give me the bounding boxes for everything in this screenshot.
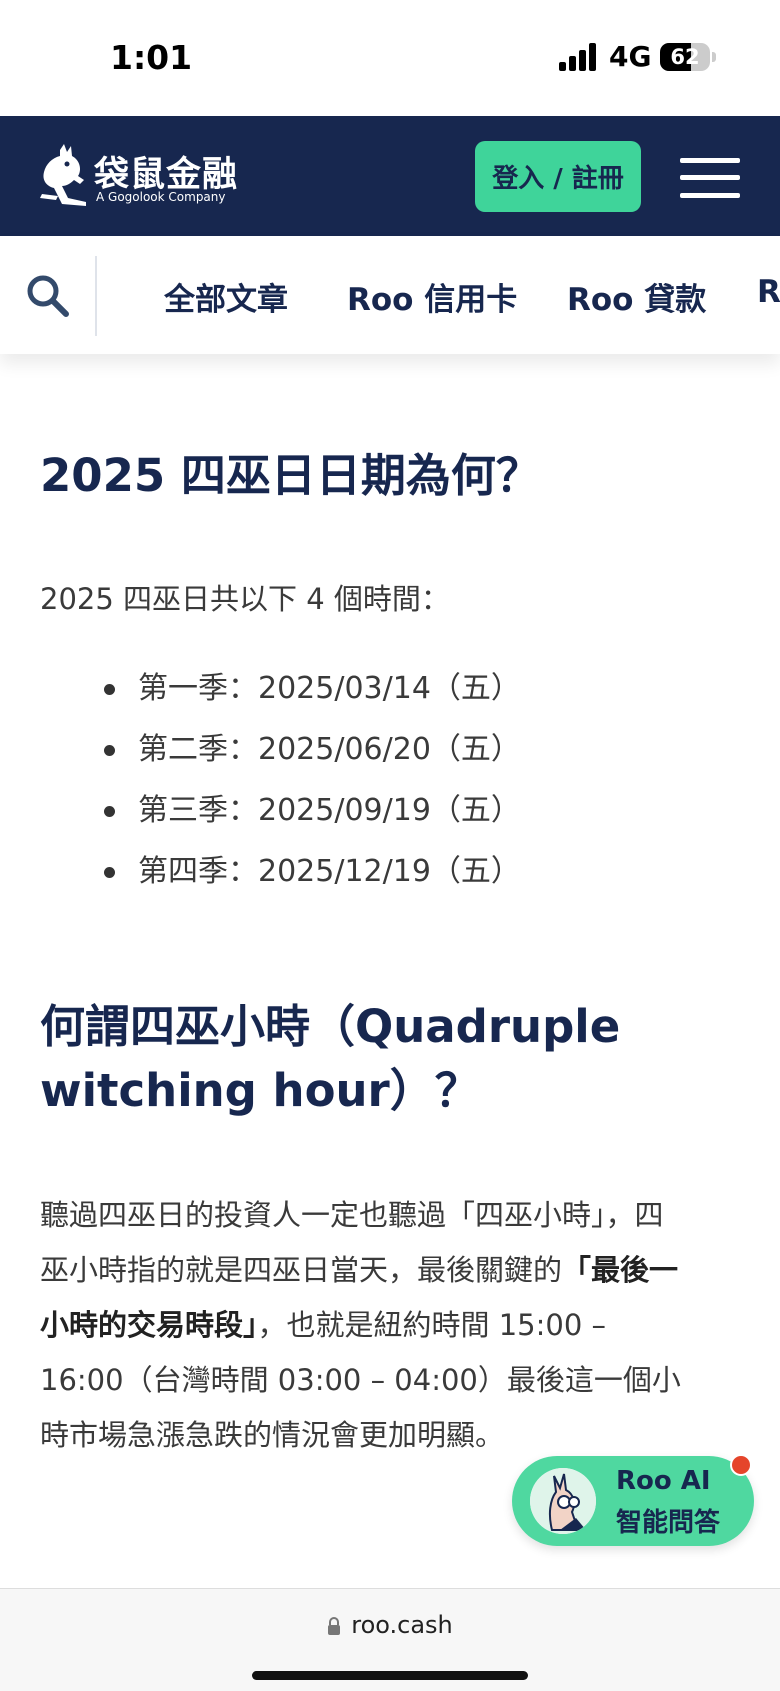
nav-item-roo-credit-card[interactable]: Roo 信用卡 (347, 274, 517, 319)
search-icon[interactable] (26, 274, 70, 318)
bullet (104, 806, 115, 817)
body-text: 巫小時指的就是四巫日當天，最後關鍵的 (40, 1253, 563, 1287)
date-text: 第一季：2025/03/14（五） (138, 671, 521, 706)
hamburger-menu-icon[interactable] (680, 158, 740, 198)
nav-divider (95, 256, 97, 336)
bullet (104, 745, 115, 756)
lock-icon (328, 1617, 341, 1635)
category-nav: 全部文章 Roo 信用卡 Roo 貸款 R (0, 236, 780, 354)
dates-list: 第一季：2025/03/14（五） 第二季：2025/06/20（五） 第三季：… (104, 661, 521, 905)
body-line: 聽過四巫日的投資人一定也聽過「四巫小時」，四 (40, 1198, 664, 1232)
body-line: 16:00（台灣時間 03:00 – 04:00）最後這一個小 (40, 1363, 681, 1397)
body-line: 巫小時指的就是四巫日當天，最後關鍵的「最後一 (40, 1243, 681, 1298)
bullet (104, 684, 115, 695)
body-line: 小時的交易時段」，也就是紐約時間 15:00 – (40, 1298, 681, 1353)
status-time: 1:01 (110, 38, 193, 77)
site-header: 袋鼠金融 A Gogolook Company 登入 / 註冊 (0, 116, 780, 236)
body-bold-text: 「最後一 (562, 1253, 679, 1287)
heading-witching-hour-line2: witching hour）？ (40, 1064, 480, 1117)
signal-icon (559, 43, 599, 71)
roo-ai-chat-button[interactable]: Roo AI 智能問答 (512, 1454, 754, 1546)
battery-tip (712, 52, 716, 62)
battery-level: 62 (670, 45, 700, 69)
url-display[interactable]: roo.cash (0, 1611, 780, 1639)
date-text: 第四季：2025/12/19（五） (138, 854, 521, 889)
bullet (104, 867, 115, 878)
body-text: ，也就是紐約時間 15:00 – (257, 1308, 607, 1342)
url-text: roo.cash (351, 1611, 453, 1639)
intro-text: 2025 四巫日共以下 4 個時間： (40, 582, 450, 616)
date-text: 第二季：2025/06/20（五） (138, 732, 521, 767)
battery-icon: 62 (660, 43, 710, 71)
date-text: 第三季：2025/09/19（五） (138, 793, 521, 828)
network-type: 4G (609, 40, 652, 73)
nav-item-more[interactable]: R (757, 274, 780, 310)
list-item: 第四季：2025/12/19（五） (104, 844, 521, 905)
list-item: 第一季：2025/03/14（五） (104, 661, 521, 722)
heading-witching-day-dates: 2025 四巫日日期為何？ (40, 449, 541, 502)
status-bar: 1:01 4G 62 (0, 0, 780, 116)
home-indicator[interactable] (252, 1671, 528, 1680)
notification-dot (730, 1454, 752, 1476)
ai-button-subtitle: 智能問答 (616, 1508, 721, 1538)
nav-item-all-articles[interactable]: 全部文章 (164, 274, 288, 319)
list-item: 第三季：2025/09/19（五） (104, 783, 521, 844)
browser-address-bar[interactable]: roo.cash (0, 1588, 780, 1691)
body-bold-text: 小時的交易時段」 (40, 1308, 258, 1342)
list-item: 第二季：2025/06/20（五） (104, 722, 521, 783)
login-register-button[interactable]: 登入 / 註冊 (475, 141, 641, 212)
body-line: 時市場急漲急跌的情況會更加明顯。 (40, 1418, 505, 1452)
kangaroo-avatar-icon (530, 1468, 596, 1534)
nav-item-roo-loan[interactable]: Roo 貸款 (567, 274, 706, 319)
heading-witching-hour-line1: 何謂四巫小時（Quadruple (40, 1000, 621, 1053)
body-paragraph: 聽過四巫日的投資人一定也聽過「四巫小時」，四 巫小時指的就是四巫日當天，最後關鍵… (40, 1188, 681, 1463)
logo[interactable]: 袋鼠金融 A Gogolook Company (40, 144, 240, 210)
ai-button-title: Roo AI (616, 1466, 711, 1496)
kangaroo-logo-icon (40, 144, 86, 206)
logo-subtitle: A Gogolook Company (96, 190, 226, 204)
